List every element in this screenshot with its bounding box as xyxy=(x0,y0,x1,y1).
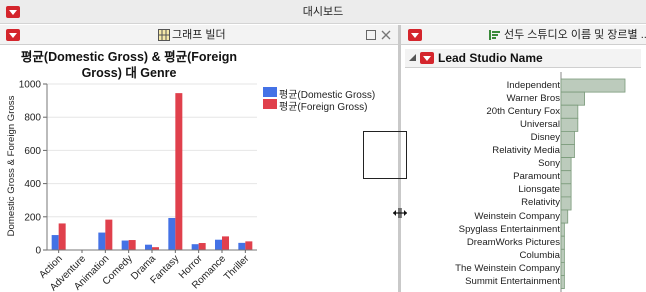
studio-panel-menu-button[interactable] xyxy=(408,29,422,41)
dashboard-title: 대시보드 xyxy=(302,6,344,18)
graph-builder-title: 그래프 빌더 xyxy=(172,29,226,41)
graph-builder-header: 그래프 빌더 xyxy=(0,25,398,45)
studio-label: Summit Entertainment xyxy=(465,276,560,288)
bar-domestic-romance xyxy=(215,239,222,250)
studio-label: The Weinstein Company xyxy=(455,262,560,274)
legend-label-foreign: 평균(Foreign Gross) xyxy=(279,102,368,113)
studio-label: Paramount xyxy=(513,171,560,183)
outline-menu-button[interactable] xyxy=(420,52,434,64)
studio-label: Columbia xyxy=(519,249,560,261)
outline-title: Lead Studio Name xyxy=(438,51,543,65)
bar-domestic-thriller xyxy=(238,242,246,250)
studio-bar-paramount xyxy=(560,170,572,185)
studio-label: Lionsgate xyxy=(518,184,560,196)
studio-bar-the-weinstein-company xyxy=(560,261,565,276)
studio-label: Sony xyxy=(538,158,560,170)
studio-bar-columbia xyxy=(560,248,565,263)
bar-domestic-fantasy xyxy=(168,217,176,250)
studio-bar-relativity-media xyxy=(560,144,575,159)
maximize-icon[interactable] xyxy=(366,30,376,40)
y-tick-label: 600 xyxy=(24,146,41,157)
y-tick-label: 0 xyxy=(35,246,41,257)
y-tick-label: 200 xyxy=(24,212,41,223)
studio-bar-spyglass-entertainment xyxy=(560,222,565,237)
studio-panel-header: 선두 스튜디오 이름 및 장르별 ... xyxy=(401,25,646,45)
bar-domestic-drama xyxy=(145,244,152,250)
bar-domestic-animation xyxy=(98,232,106,250)
bar-foreign-animation xyxy=(105,219,113,250)
graph-builder-icon xyxy=(158,29,170,41)
studio-label: Relativity xyxy=(521,197,560,209)
y-tick-label: 400 xyxy=(24,179,41,190)
studio-label: Relativity Media xyxy=(492,145,560,157)
x-tick-label-thriller: Thriller xyxy=(222,253,252,283)
studio-bar-universal xyxy=(560,117,579,132)
studio-label: Disney xyxy=(530,131,560,143)
graph-builder-menu-button[interactable] xyxy=(6,29,20,41)
studio-bar-lionsgate xyxy=(560,183,572,198)
y-tick-label: 1000 xyxy=(19,80,42,91)
studio-label: Weinstein Company xyxy=(474,210,560,222)
studio-label: Independent xyxy=(506,79,560,91)
genre-gross-chart: 평균(Domestic Gross) & 평균(Foreign Gross) 대… xyxy=(6,49,257,292)
studio-bar-20th-century-fox xyxy=(560,104,579,119)
bar-domestic-horror xyxy=(191,244,199,250)
studio-bar-weinstein-company xyxy=(560,209,569,224)
studio-bar-summit-entertainment xyxy=(560,275,565,290)
y-tick-label: 800 xyxy=(24,113,41,124)
bar-foreign-thriller xyxy=(245,241,253,250)
y-axis-label: Domestic Gross & Foreign Gross xyxy=(6,95,17,236)
legend-swatch-foreign xyxy=(263,99,277,109)
bar-foreign-romance xyxy=(222,236,229,250)
studio-bar-independent xyxy=(560,78,626,93)
studio-label: Spyglass Entertainment xyxy=(458,223,560,235)
disclosure-triangle-icon[interactable] xyxy=(409,54,417,62)
lead-studio-outline: Lead Studio Name xyxy=(405,49,641,68)
chart-title-line-1: 평균(Domestic Gross) & 평균(Foreign xyxy=(21,49,237,64)
dashboard-title-bar: 대시보드 xyxy=(0,0,646,24)
close-icon[interactable] xyxy=(381,30,391,40)
studio-panel-title: 선두 스튜디오 이름 및 장르별 ... xyxy=(504,29,646,41)
bar-domestic-action xyxy=(51,235,59,250)
bar-chart-icon xyxy=(489,30,500,40)
chart-title-line-2: Gross) 대 Genre xyxy=(82,66,177,80)
bar-foreign-action xyxy=(58,223,66,250)
studio-bar-dreamworks-pictures xyxy=(560,235,565,250)
studio-bar-disney xyxy=(560,131,575,145)
bar-foreign-comedy xyxy=(128,240,136,250)
legend-swatch-domestic xyxy=(263,87,277,97)
studio-bar-sony xyxy=(560,157,572,172)
bar-domestic-comedy xyxy=(121,240,129,250)
bar-foreign-fantasy xyxy=(175,93,183,250)
studio-bar-warner-bros xyxy=(560,91,585,106)
studio-label: Universal xyxy=(520,118,560,130)
studio-label: 20th Century Fox xyxy=(486,105,560,117)
studio-bar-relativity xyxy=(560,196,572,211)
studio-label: Warner Bros xyxy=(506,92,561,104)
bar-foreign-horror xyxy=(198,243,206,250)
studio-label: DreamWorks Pictures xyxy=(466,236,560,248)
